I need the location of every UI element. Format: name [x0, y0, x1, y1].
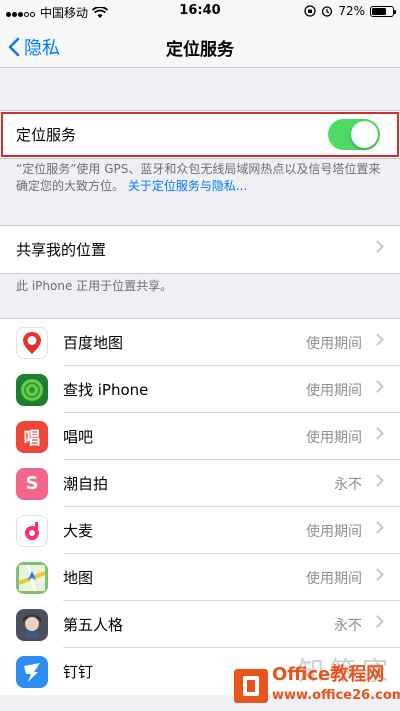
app-row[interactable]: 百度地图 使用期间	[0, 319, 400, 366]
share-location-group: 共享我的位置	[0, 225, 400, 274]
chaozipai-icon: S	[16, 467, 48, 500]
app-row[interactable]: S 潮自拍 永不	[0, 460, 400, 507]
find-iphone-icon	[16, 373, 48, 406]
app-name: 唱吧	[63, 428, 94, 446]
chevron-right-icon	[371, 615, 384, 628]
location-access-value: 使用期间	[306, 570, 362, 587]
maps-icon	[16, 561, 48, 594]
status-bar: 中国移动 16:40 72%	[0, 0, 400, 24]
chevron-right-icon	[371, 568, 384, 581]
app-name: 查找 iPhone	[63, 381, 149, 399]
watermark-url: www.office26.com	[272, 688, 400, 703]
location-services-row: 定位服务	[0, 111, 400, 158]
baidu-map-icon	[16, 326, 48, 359]
navigation-bar: 隐私 定位服务	[0, 24, 400, 68]
app-name: 第五人格	[63, 616, 124, 634]
app-row[interactable]: 查找 iPhone 使用期间	[0, 366, 400, 413]
location-services-toggle[interactable]	[328, 119, 380, 150]
location-access-value: 永不	[334, 476, 362, 493]
chevron-right-icon	[371, 521, 384, 534]
location-services-group: 定位服务	[0, 110, 400, 159]
battery-percent: 72%	[338, 4, 365, 18]
toggle-knob	[351, 121, 378, 148]
battery-fill	[372, 7, 387, 15]
app-list: 百度地图 使用期间 查找 iPhone 使用期间唱唱吧 使用期间 S 潮自拍 永不 大麦 使用期间…	[0, 318, 400, 695]
location-services-label: 定位服务	[16, 126, 77, 144]
page-title: 定位服务	[166, 40, 234, 60]
app-row[interactable]: 唱唱吧 使用期间	[0, 413, 400, 460]
changba-icon: 唱	[16, 420, 48, 453]
battery-icon	[370, 5, 396, 17]
share-location-label: 共享我的位置	[16, 241, 107, 259]
share-location-row[interactable]: 共享我的位置	[0, 226, 400, 273]
chevron-right-icon	[371, 427, 384, 440]
status-right: 72%	[304, 4, 396, 18]
damai-icon	[16, 514, 48, 547]
chevron-right-icon	[371, 333, 384, 346]
location-access-value: 使用期间	[306, 335, 362, 352]
dingtalk-icon	[16, 655, 48, 688]
identity-v-icon	[16, 608, 48, 641]
office-logo-icon	[234, 669, 268, 703]
watermark: 知笨家 Office教程网 www.office26.com	[234, 651, 400, 705]
location-access-value: 永不	[334, 617, 362, 634]
location-access-value: 使用期间	[306, 523, 362, 540]
alarm-icon	[322, 6, 333, 17]
chevron-right-icon	[371, 380, 384, 393]
watermark-brand: Office教程网	[272, 664, 385, 685]
app-name: 百度地图	[63, 334, 124, 352]
app-row[interactable]: 大麦 使用期间	[0, 507, 400, 554]
app-name: 潮自拍	[63, 475, 109, 493]
app-row[interactable]: 地图 使用期间	[0, 554, 400, 601]
chevron-right-icon	[371, 474, 384, 487]
app-name: 大麦	[63, 522, 94, 540]
location-access-value: 使用期间	[306, 382, 362, 399]
app-name: 钉钉	[63, 663, 94, 681]
app-name: 地图	[63, 569, 94, 587]
chevron-right-icon	[371, 240, 384, 253]
location-services-footnote: “定位服务”使用 GPS、蓝牙和众包无线局域网热点以及信号塔位置来确定您的大致方…	[16, 161, 386, 195]
orientation-lock-icon	[304, 5, 316, 17]
location-access-value: 使用期间	[306, 429, 362, 446]
privacy-link[interactable]: 关于定位服务与隐私...	[128, 179, 247, 193]
app-row[interactable]: 第五人格 永不	[0, 601, 400, 648]
share-location-footnote: 此 iPhone 正用于位置共享。	[16, 279, 173, 293]
